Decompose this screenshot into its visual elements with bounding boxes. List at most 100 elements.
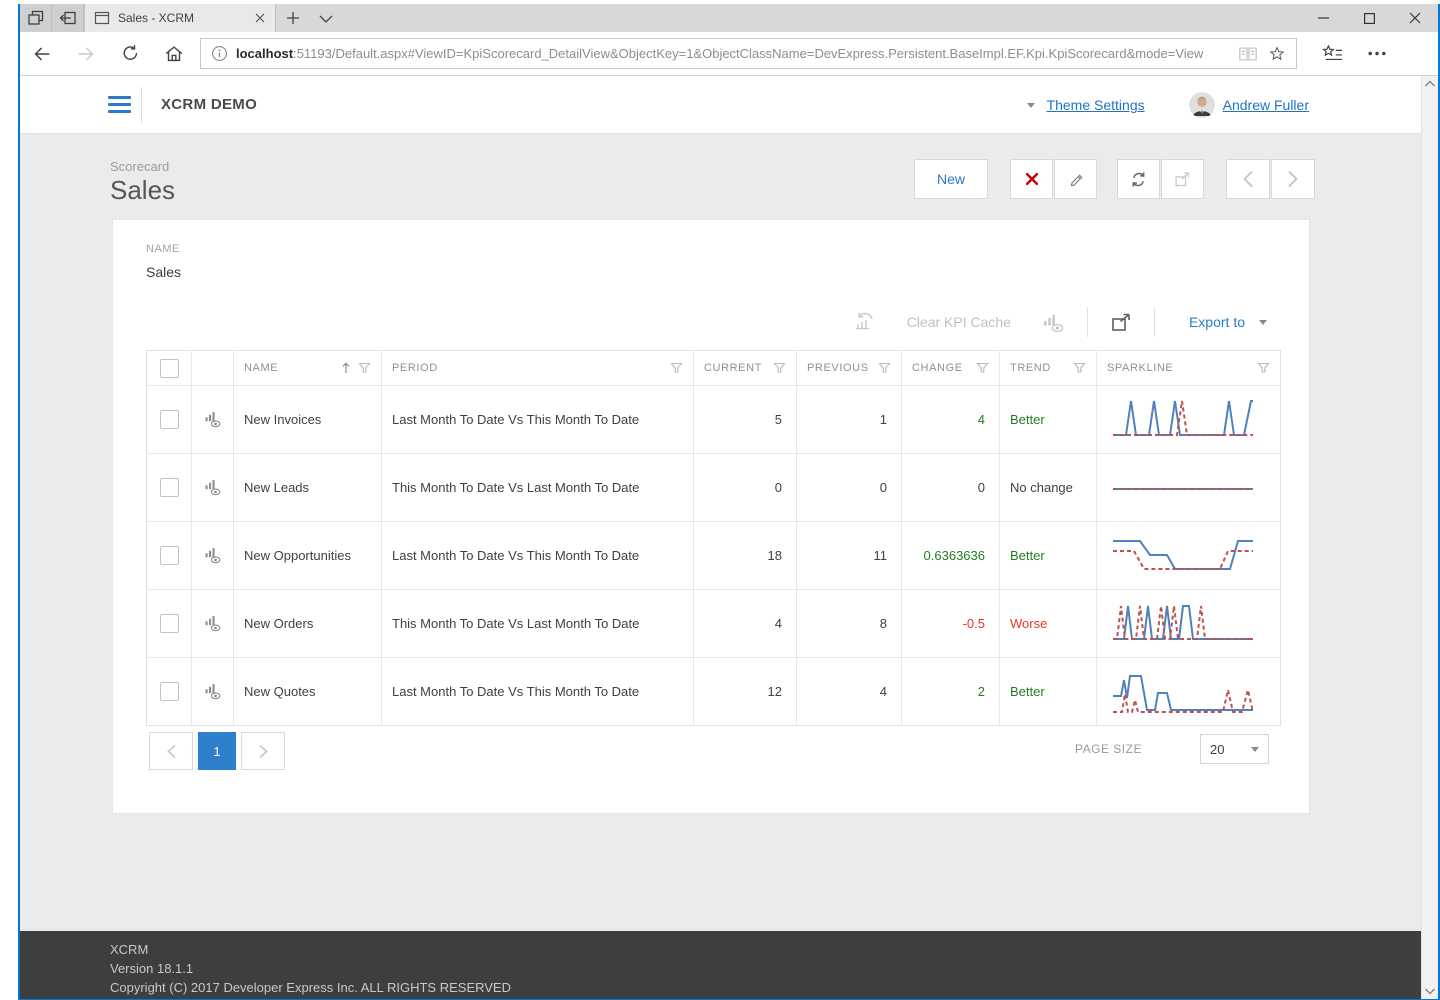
more-actions-button[interactable]: [1355, 32, 1399, 75]
hamburger-menu-button[interactable]: [108, 96, 131, 113]
filter-icon[interactable]: [358, 362, 371, 374]
filter-icon[interactable]: [1073, 362, 1086, 374]
user-link[interactable]: Andrew Fuller: [1223, 97, 1309, 113]
row-checkbox[interactable]: [160, 682, 179, 701]
site-info-icon[interactable]: [211, 45, 228, 62]
table-row[interactable]: New QuotesLast Month To Date Vs This Mon…: [147, 657, 1280, 725]
scroll-down-arrow[interactable]: [1424, 987, 1436, 995]
column-header-previous[interactable]: PREVIOUS: [797, 351, 902, 385]
table-row[interactable]: New OrdersThis Month To Date Vs Last Mon…: [147, 589, 1280, 657]
toolbar-divider: [1154, 307, 1155, 337]
previous-page-button[interactable]: [149, 732, 193, 770]
row-checkbox[interactable]: [160, 546, 179, 565]
kpi-trend-cell: Better: [1000, 658, 1097, 725]
restore-tabs-icon: [58, 8, 78, 28]
toolbar-divider: [1087, 307, 1088, 337]
column-header-name[interactable]: NAME: [234, 351, 382, 385]
kpi-indicator-button[interactable]: [1041, 312, 1065, 333]
select-all-header-cell[interactable]: [147, 351, 192, 385]
column-label: CURRENT: [704, 362, 762, 374]
refresh-record-button[interactable]: [1117, 159, 1160, 199]
kpi-history-button[interactable]: [853, 311, 877, 333]
url-input[interactable]: localhost:51193/Default.aspx#ViewID=KpiS…: [200, 38, 1297, 69]
clear-kpi-cache-button[interactable]: Clear KPI Cache: [907, 314, 1011, 330]
favorite-star-button[interactable]: [1268, 45, 1286, 63]
new-tab-button[interactable]: [276, 4, 309, 32]
refresh-page-button[interactable]: [108, 32, 152, 75]
kpi-view-icon[interactable]: [202, 681, 223, 702]
export-to-button[interactable]: Export to: [1189, 314, 1245, 330]
filter-icon[interactable]: [976, 362, 989, 374]
row-select-cell: [147, 658, 192, 725]
page-number-button[interactable]: 1: [198, 732, 236, 770]
restore-tabs-button[interactable]: [52, 4, 84, 32]
back-button[interactable]: [20, 32, 64, 75]
column-header-sparkline[interactable]: SPARKLINE: [1097, 351, 1280, 385]
kpi-sparkline-cell: [1097, 522, 1280, 589]
favorites-hub-button[interactable]: [1311, 32, 1355, 75]
filter-icon[interactable]: [670, 362, 683, 374]
kpi-name-cell: New Orders: [234, 590, 382, 657]
filter-icon[interactable]: [1257, 362, 1270, 374]
open-in-window-button[interactable]: [1110, 312, 1132, 333]
next-record-button[interactable]: [1271, 159, 1315, 199]
user-avatar[interactable]: [1189, 92, 1215, 118]
filter-icon[interactable]: [773, 362, 786, 374]
table-row[interactable]: New LeadsThis Month To Date Vs Last Mont…: [147, 453, 1280, 521]
set-tabs-aside-button[interactable]: [20, 4, 52, 32]
minimize-button[interactable]: [1300, 4, 1346, 32]
table-row[interactable]: New InvoicesLast Month To Date Vs This M…: [147, 385, 1280, 453]
kpi-current-cell: 12: [694, 658, 797, 725]
kpi-view-icon[interactable]: [202, 409, 223, 430]
active-tab[interactable]: Sales - XCRM: [84, 4, 276, 32]
next-page-button[interactable]: [241, 732, 285, 770]
close-window-button[interactable]: [1392, 4, 1438, 32]
kpi-view-icon[interactable]: [202, 477, 223, 498]
tab-preview-toggle-button[interactable]: [309, 4, 342, 32]
sparkline-chart: [1113, 394, 1253, 446]
column-label: PERIOD: [392, 362, 438, 374]
kpi-name-cell: New Leads: [234, 454, 382, 521]
row-checkbox[interactable]: [160, 478, 179, 497]
row-icon-cell: [192, 386, 234, 453]
reading-view-button[interactable]: [1238, 45, 1258, 63]
row-checkbox[interactable]: [160, 410, 179, 429]
page-scrollbar[interactable]: [1421, 76, 1438, 999]
delete-button[interactable]: [1010, 159, 1053, 199]
open-object-button[interactable]: [1161, 159, 1204, 199]
chevron-right-icon: [260, 745, 267, 757]
kpi-view-icon[interactable]: [202, 613, 223, 634]
scroll-up-arrow[interactable]: [1424, 80, 1436, 88]
filter-icon[interactable]: [878, 362, 891, 374]
kpi-name-cell: New Opportunities: [234, 522, 382, 589]
column-header-trend[interactable]: TREND: [1000, 351, 1097, 385]
row-checkbox[interactable]: [160, 614, 179, 633]
export-caret-icon[interactable]: [1259, 320, 1267, 325]
table-row[interactable]: New OpportunitiesLast Month To Date Vs T…: [147, 521, 1280, 589]
name-field-label: NAME: [146, 243, 180, 255]
maximize-button[interactable]: [1346, 4, 1392, 32]
kpi-trend-cell: Better: [1000, 386, 1097, 453]
column-header-change[interactable]: CHANGE: [902, 351, 1000, 385]
kpi-view-icon[interactable]: [202, 545, 223, 566]
new-button[interactable]: New: [914, 159, 988, 199]
tab-title: Sales - XCRM: [118, 11, 246, 25]
column-header-current[interactable]: CURRENT: [694, 351, 797, 385]
edit-button[interactable]: [1054, 159, 1097, 199]
column-header-period[interactable]: PERIOD: [382, 351, 694, 385]
theme-settings-link[interactable]: Theme Settings: [1047, 97, 1145, 113]
page-size-label: PAGE SIZE: [1075, 742, 1142, 756]
page-viewport: XCRM DEMO Theme Settings Andrew Fuller S…: [20, 76, 1438, 999]
tab-bar: Sales - XCRM: [20, 4, 1438, 32]
column-label: PREVIOUS: [807, 362, 869, 374]
select-all-checkbox[interactable]: [160, 359, 179, 378]
kpi-change-cell: -0.5: [902, 590, 1000, 657]
theme-settings-caret-icon[interactable]: [1027, 103, 1035, 108]
kpi-current-cell: 5: [694, 386, 797, 453]
pencil-icon: [1071, 175, 1081, 185]
home-button[interactable]: [152, 32, 196, 75]
forward-button[interactable]: [64, 32, 108, 75]
tab-close-button[interactable]: [254, 12, 266, 24]
previous-record-button[interactable]: [1226, 159, 1270, 199]
page-size-select[interactable]: 20: [1200, 734, 1269, 764]
